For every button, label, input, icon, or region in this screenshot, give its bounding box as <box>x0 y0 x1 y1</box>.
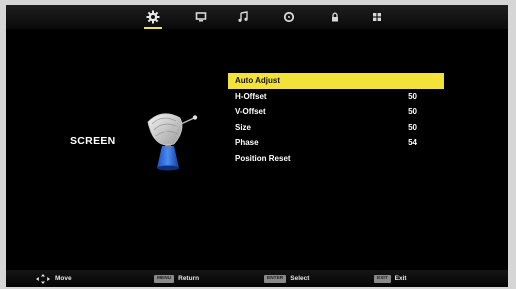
grid-icon <box>373 13 381 21</box>
exit-key-badge: EXIT <box>374 274 391 283</box>
tab-sound[interactable] <box>232 7 254 27</box>
menu-item-h-offset[interactable]: H-Offset 50 <box>228 89 444 105</box>
help-bar: Move MENU Return ENTER Select EXIT Exit <box>6 270 508 287</box>
menu-item-position-reset[interactable]: Position Reset <box>228 151 444 167</box>
help-select-label: Select <box>290 275 310 282</box>
clock-icon <box>283 11 295 23</box>
help-exit: EXIT Exit <box>374 273 407 284</box>
page-title: SCREEN <box>70 135 116 147</box>
menu-item-label: Position Reset <box>235 153 291 163</box>
menu-key-badge: MENU <box>154 274 175 283</box>
tv-osd-screen: SCREEN Auto Adjust H-Offset 50 V-Offset 50 Si… <box>6 5 508 287</box>
menu-item-value: 50 <box>408 107 417 116</box>
help-return: MENU Return <box>154 273 199 284</box>
arrow-keys-icon <box>36 273 50 284</box>
tab-setup[interactable] <box>142 7 164 29</box>
tab-picture[interactable] <box>190 7 212 27</box>
menu-item-label: V-Offset <box>235 107 266 116</box>
help-select: ENTER Select <box>264 273 309 284</box>
menu-item-phase[interactable]: Phase 54 <box>228 135 444 151</box>
help-move: Move <box>36 273 72 284</box>
menu-item-value: 50 <box>408 91 417 101</box>
tab-time[interactable] <box>278 7 300 27</box>
help-exit-label: Exit <box>394 275 407 282</box>
menu-item-label: Auto Adjust <box>235 76 281 85</box>
music-note-icon <box>238 11 248 22</box>
gear-icon <box>146 10 160 24</box>
lock-icon <box>332 12 338 22</box>
menu-item-size[interactable]: Size 50 <box>228 120 444 136</box>
menu-item-label: Phase <box>235 138 259 147</box>
menu-item-value: 50 <box>408 122 417 132</box>
tab-lock[interactable] <box>324 7 346 27</box>
menu-item-label: Size <box>235 122 252 132</box>
menu-item-v-offset[interactable]: V-Offset 50 <box>228 104 444 120</box>
menu-tab-bar <box>6 5 508 29</box>
help-return-label: Return <box>178 275 200 282</box>
menu-item-value: 54 <box>408 138 417 147</box>
help-move-label: Move <box>55 275 72 282</box>
tab-setup-grid[interactable] <box>366 7 388 27</box>
satellite-dish-icon <box>147 113 198 171</box>
screen-menu-list: Auto Adjust H-Offset 50 V-Offset 50 Size 50 Pha… <box>228 73 444 166</box>
monitor-icon <box>195 12 207 22</box>
menu-item-auto-adjust[interactable]: Auto Adjust <box>228 73 444 89</box>
menu-item-label: H-Offset <box>235 91 267 101</box>
enter-key-badge: ENTER <box>264 274 287 283</box>
